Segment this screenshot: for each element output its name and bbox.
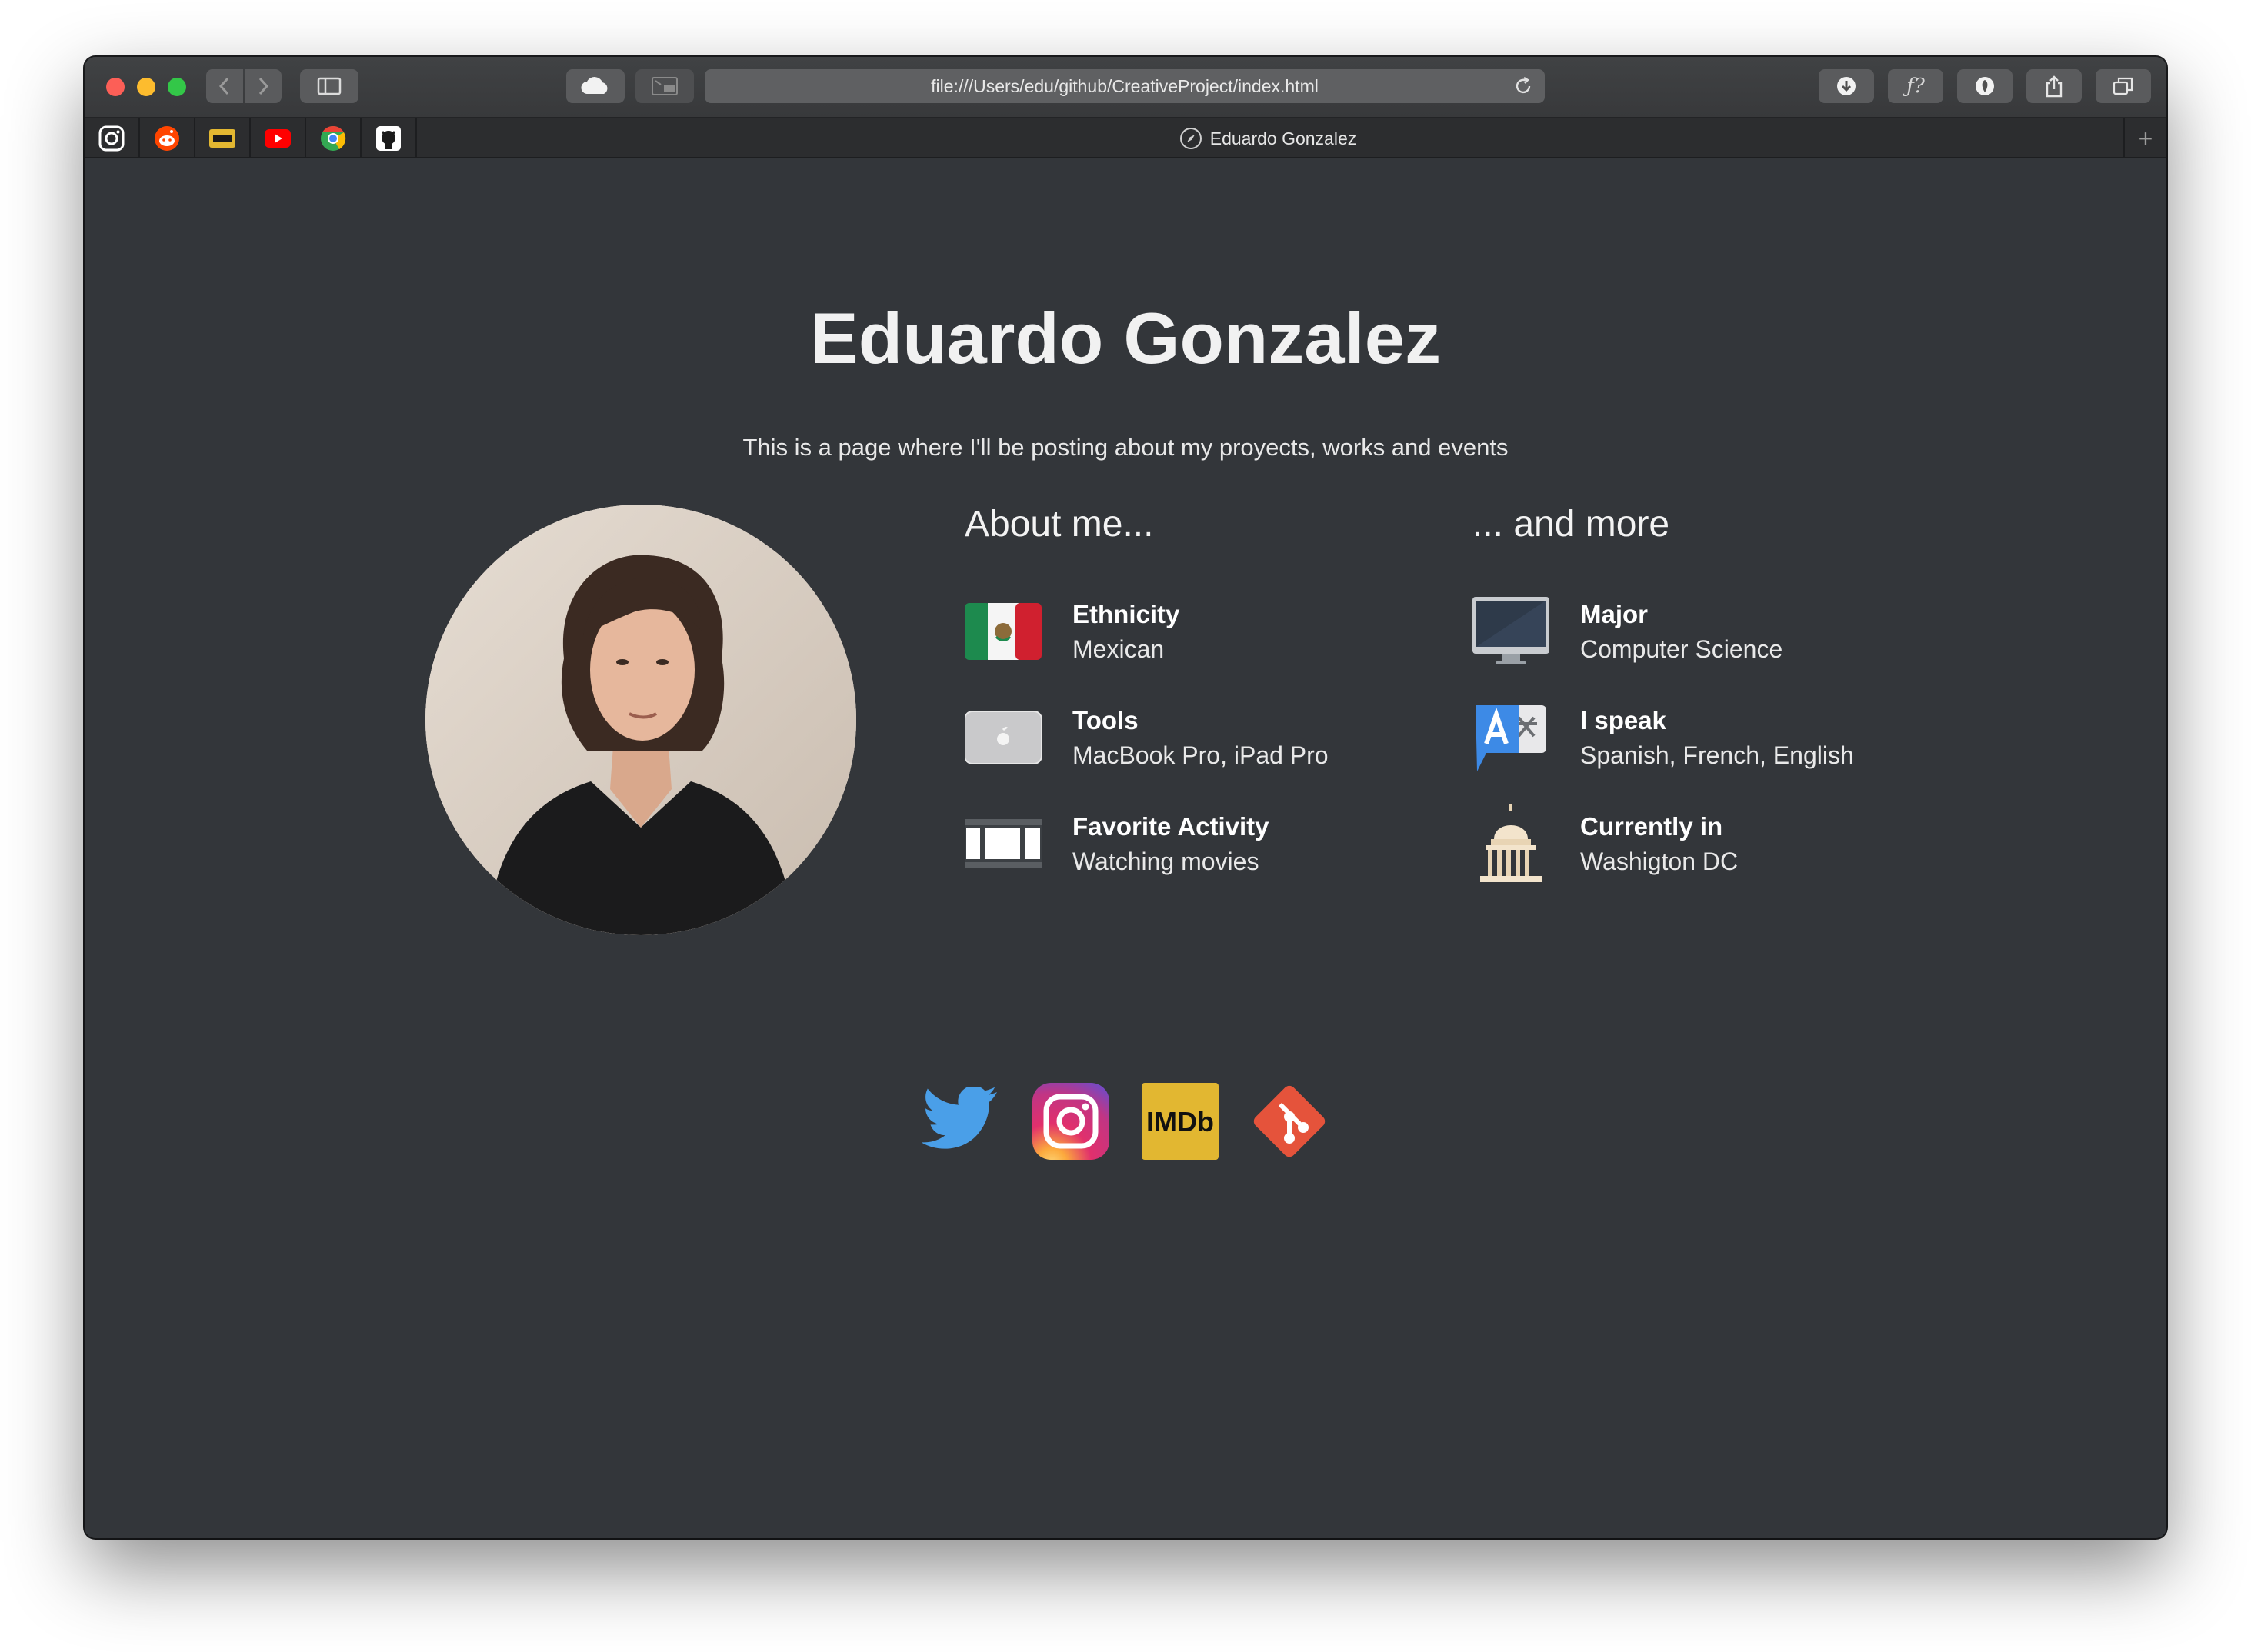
zoom-window-button[interactable] [168,78,186,96]
compass-icon [1179,128,1202,149]
profile-photo [425,505,856,935]
back-button[interactable] [206,69,243,103]
monitor-icon [1472,597,1549,666]
more-item-location: Currently in Washigton DC [1472,804,1949,886]
location-label: Currently in [1580,812,1723,841]
download-icon [1837,77,1856,95]
tab-overview-button[interactable] [2096,69,2151,103]
activity-label: Favorite Activity [1072,812,1269,841]
reload-icon[interactable] [1512,75,1534,97]
browser-toolbar: file:///Users/edu/github/CreativeProject… [85,57,2166,118]
major-label: Major [1580,600,1649,628]
new-tab-button[interactable]: + [2123,118,2166,158]
cloud-icon [581,77,608,95]
tools-label: Tools [1072,706,1139,734]
favorite-instagram[interactable] [85,118,140,158]
more-item-languages: I speak Spanish, French, English [1472,703,1949,780]
github-icon [376,126,401,151]
forward-button[interactable] [245,69,282,103]
imdb-icon [209,129,235,148]
tools-value: MacBook Pro, iPad Pro [1072,741,1329,769]
browser-window: file:///Users/edu/github/CreativeProject… [85,57,2166,1538]
imdb-logo-text: IMDb [1146,1106,1214,1137]
favorite-chrome[interactable] [306,118,362,158]
more-heading: ... and more [1472,504,1670,545]
favorite-imdb[interactable] [195,118,251,158]
plus-icon: + [2138,124,2153,152]
more-item-major: Major Computer Science [1472,597,1949,674]
languages-label: I speak [1580,706,1666,734]
minimize-window-button[interactable] [137,78,155,96]
active-tab[interactable]: Eduardo Gonzalez [415,118,2120,158]
reddit-icon [155,126,179,151]
git-icon [1253,1085,1326,1157]
twitter-icon [922,1087,998,1149]
chevron-left-icon [218,77,229,95]
ethnicity-value: Mexican [1072,635,1165,663]
macbook-icon [965,703,1042,772]
page-title: Eduardo Gonzalez [810,298,1441,378]
imdb-icon: IMDb [1142,1083,1219,1160]
share-button[interactable] [2026,69,2082,103]
address-bar[interactable]: file:///Users/edu/github/CreativeProject… [705,69,1545,103]
share-icon [2046,75,2063,98]
about-item-tools: Tools MacBook Pro, iPad Pro [965,703,1442,780]
close-window-button[interactable] [106,78,125,96]
font-extension-label: ƒ? [1906,75,1925,98]
shield-icon [1976,77,1994,95]
page-subtitle: This is a page where I'll be posting abo… [742,434,1509,461]
capitol-icon [1472,804,1549,882]
instagram-icon [1032,1083,1109,1160]
tabs-icon [2113,77,2133,95]
youtube-icon [265,129,291,148]
film-strip-icon [965,809,1042,878]
languages-value: Spanish, French, English [1580,741,1854,769]
favorite-github[interactable] [362,118,417,158]
location-value: Washigton DC [1580,848,1739,875]
tab-title: Eduardo Gonzalez [1209,128,1357,148]
git-link[interactable] [1249,1081,1329,1161]
imdb-link[interactable]: IMDb [1140,1081,1220,1161]
picture-in-picture-button[interactable] [635,69,694,103]
icloud-tabs-button[interactable] [566,69,625,103]
sidebar-icon [317,77,342,95]
privacy-extension-button[interactable] [1957,69,2013,103]
favorite-youtube[interactable] [251,118,306,158]
downloads-button[interactable] [1819,69,1874,103]
instagram-link[interactable] [1031,1081,1111,1161]
twitter-link[interactable] [922,1081,1002,1161]
font-extension-button[interactable]: ƒ? [1888,69,1943,103]
mexico-flag-icon [965,597,1042,666]
picture-in-picture-icon [652,77,678,95]
about-item-ethnicity: Ethnicity Mexican [965,597,1442,674]
chrome-icon [321,125,346,151]
translate-icon [1472,703,1549,772]
instagram-icon [98,125,125,152]
about-item-activity: Favorite Activity Watching movies [965,809,1442,886]
activity-value: Watching movies [1072,848,1259,875]
favorite-reddit[interactable] [140,118,195,158]
major-value: Computer Science [1580,635,1783,663]
about-heading: About me... [965,504,1154,545]
tab-bar: Eduardo Gonzalez + [85,118,2166,158]
sidebar-button[interactable] [300,69,358,103]
web-page: Eduardo Gonzalez This is a page where I'… [85,158,2166,1538]
ethnicity-label: Ethnicity [1072,600,1180,628]
chevron-right-icon [258,77,269,95]
address-text: file:///Users/edu/github/CreativeProject… [931,75,1319,96]
avatar [425,505,856,935]
